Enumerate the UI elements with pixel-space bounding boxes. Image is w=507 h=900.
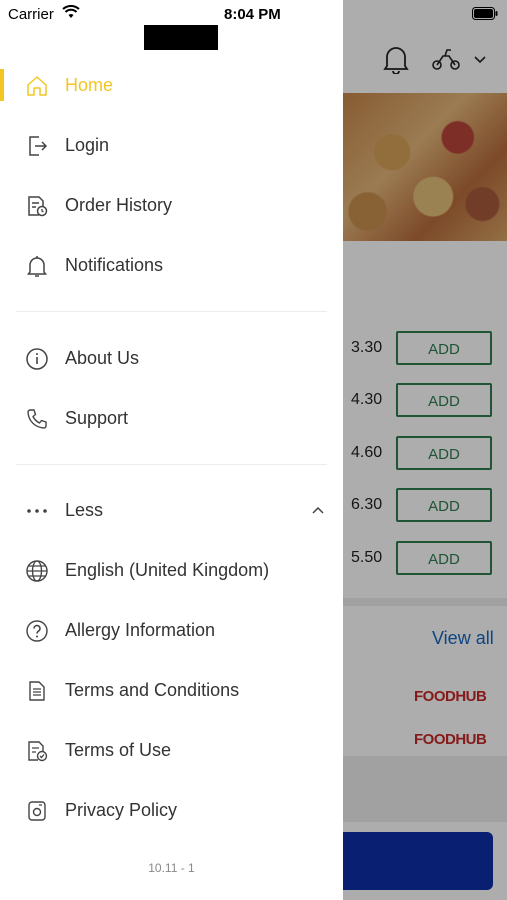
app-logo	[144, 25, 218, 50]
document-check-icon	[25, 739, 49, 763]
drawer-item-privacy-policy[interactable]: Privacy Policy	[0, 785, 343, 837]
side-drawer: Home Login Order History Notifications A…	[0, 0, 343, 900]
drawer-item-label: Home	[65, 75, 114, 95]
drawer-item-notifications[interactable]: Notifications	[0, 240, 343, 292]
phone-icon	[25, 407, 49, 431]
drawer-item-about-us[interactable]: About Us	[0, 333, 343, 385]
wifi-icon	[62, 5, 80, 19]
drawer-item-label: About Us	[65, 348, 140, 368]
drawer-item-label: Privacy Policy	[65, 800, 178, 820]
drawer-item-label: Allergy Information	[65, 620, 216, 640]
drawer-item-support[interactable]: Support	[0, 393, 343, 445]
drawer-item-terms-of-use[interactable]: Terms of Use	[0, 725, 343, 777]
info-icon	[25, 347, 49, 371]
carrier-label: Carrier	[8, 6, 54, 23]
app-version: 10.11 - 1	[148, 861, 195, 875]
drawer-item-label: Terms and Conditions	[65, 680, 240, 700]
drawer-overlay[interactable]	[343, 0, 507, 900]
menu-divider	[16, 311, 327, 312]
globe-icon	[25, 559, 49, 583]
drawer-item-home[interactable]: Home	[0, 60, 343, 112]
drawer-item-terms-and-conditions[interactable]: Terms and Conditions	[0, 665, 343, 717]
privacy-icon	[25, 799, 49, 823]
battery-icon	[472, 7, 498, 20]
login-icon	[25, 134, 49, 158]
status-bar: Carrier 8:04 PM	[0, 0, 507, 28]
drawer-item-less[interactable]: Less	[0, 485, 343, 537]
drawer-item-label: English (United Kingdom)	[65, 560, 270, 580]
menu-divider	[16, 464, 327, 465]
more-dots-icon	[25, 499, 49, 523]
order-history-icon	[25, 194, 49, 218]
chevron-up-icon	[310, 502, 326, 518]
drawer-item-label: Login	[65, 135, 110, 155]
drawer-item-label: Support	[65, 408, 129, 428]
drawer-item-order-history[interactable]: Order History	[0, 180, 343, 232]
drawer-item-language[interactable]: English (United Kingdom)	[0, 545, 343, 597]
status-time: 8:04 PM	[224, 6, 281, 23]
drawer-item-login[interactable]: Login	[0, 120, 343, 172]
drawer-item-label: Notifications	[65, 255, 164, 275]
drawer-item-label: Order History	[65, 195, 173, 215]
bell-icon	[25, 254, 49, 278]
document-icon	[25, 679, 49, 703]
home-icon	[25, 74, 49, 98]
question-icon	[25, 619, 49, 643]
drawer-item-label: Terms of Use	[65, 740, 172, 760]
drawer-item-label: Less	[65, 500, 104, 520]
drawer-item-allergy-information[interactable]: Allergy Information	[0, 605, 343, 657]
